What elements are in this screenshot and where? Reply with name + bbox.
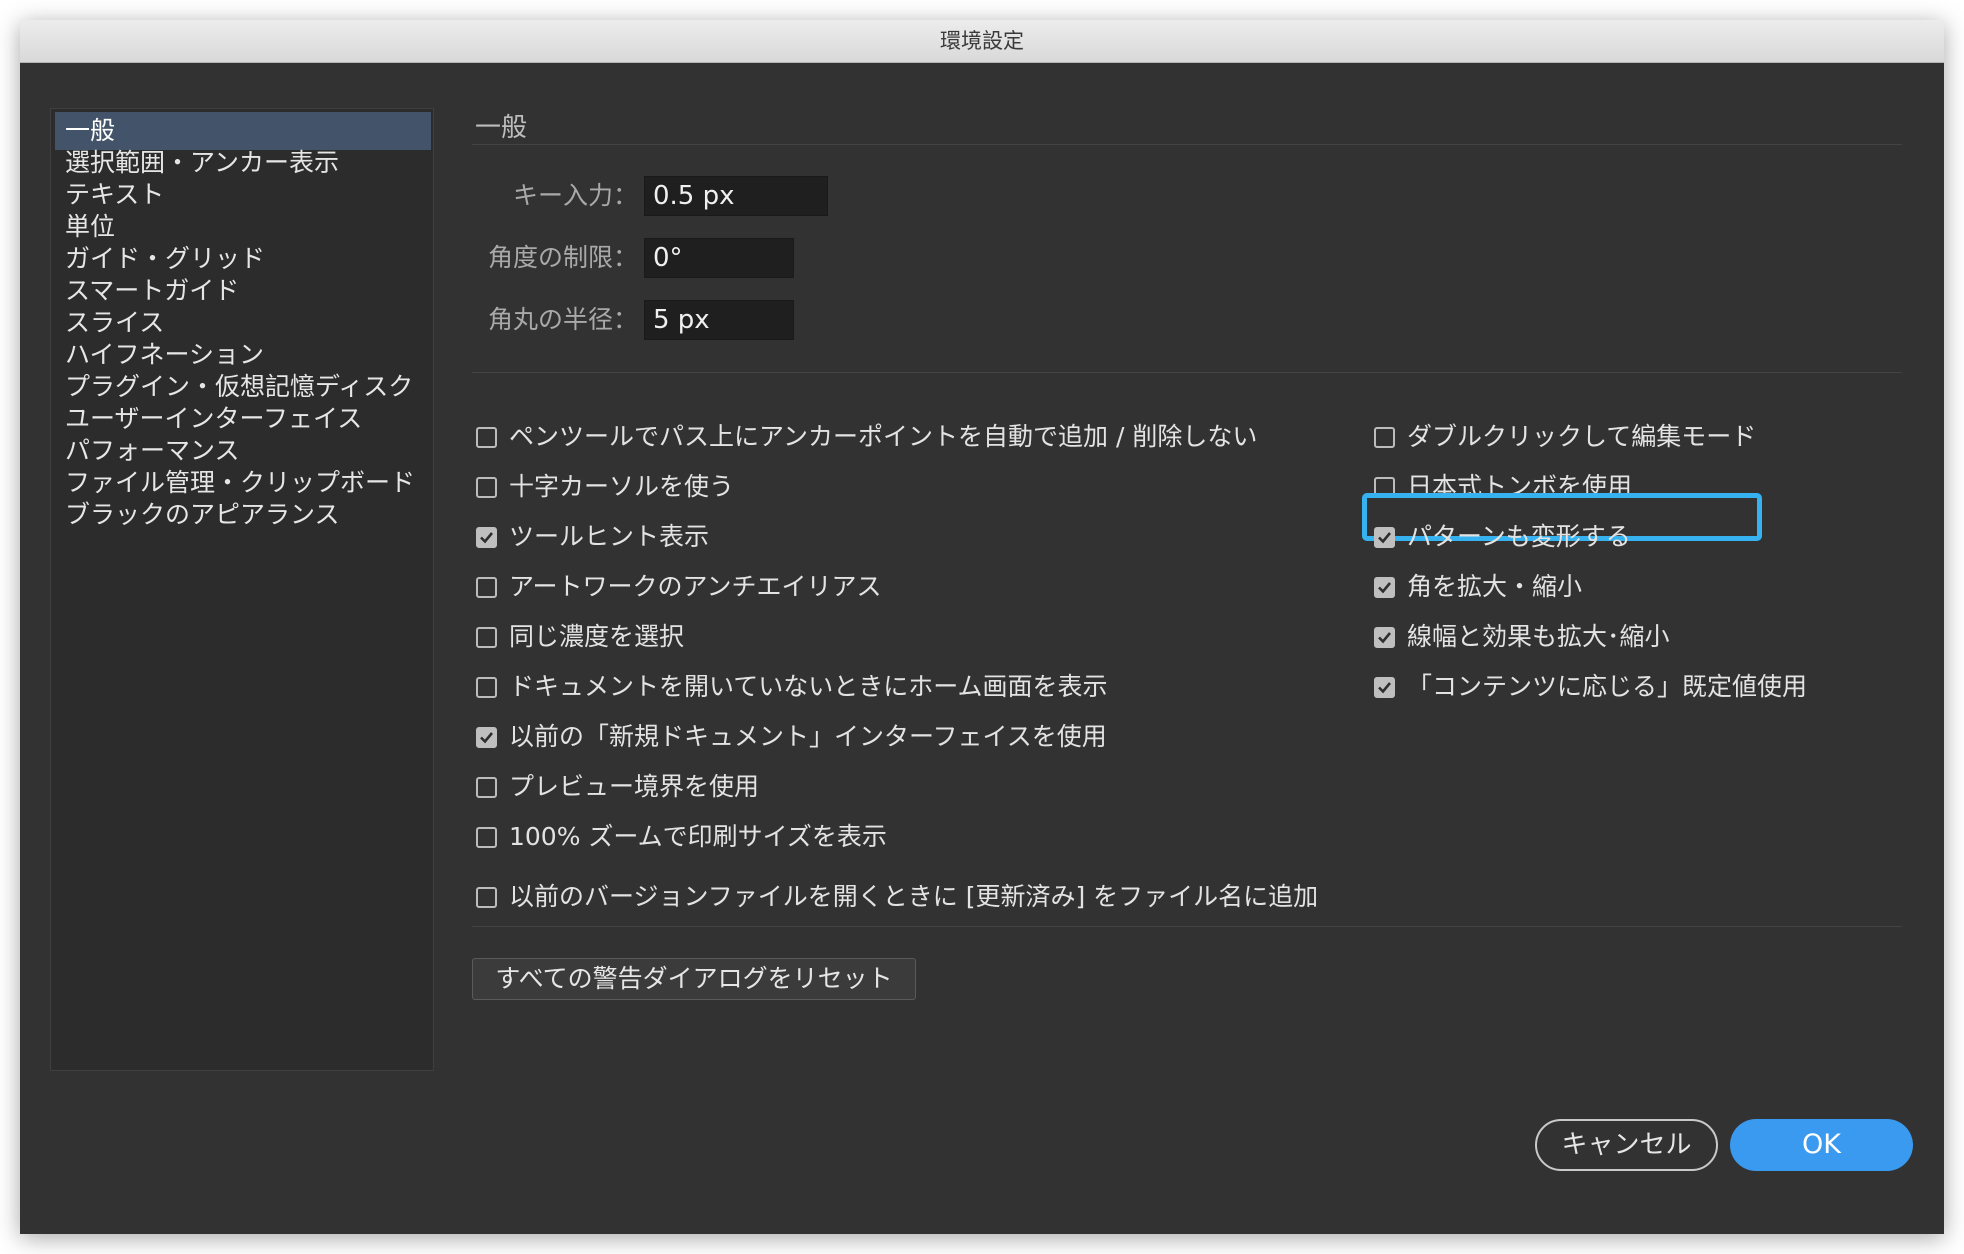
- checkbox-show-home-screen[interactable]: ドキュメントを開いていないときにホーム画面を表示: [476, 667, 1108, 707]
- checkbox-box[interactable]: [476, 476, 497, 498]
- checkbox-label: 線幅と効果も拡大･縮小: [1407, 622, 1670, 651]
- checkbox-label: 以前のバージョンファイルを開くときに [更新済み] をファイル名に追加: [509, 882, 1319, 911]
- checkbox-append-converted[interactable]: 以前のバージョンファイルを開くときに [更新済み] をファイル名に追加: [476, 877, 1318, 917]
- preferences-dialog: 環境設定 一般 選択範囲・アンカー表示 テキスト 単位 ガイド・グリッド スマー…: [20, 20, 1944, 1234]
- checkbox-box[interactable]: [476, 776, 497, 798]
- checkmark-icon: [1378, 531, 1392, 543]
- checkbox-scale-strokes-effects[interactable]: 線幅と効果も拡大･縮小: [1374, 617, 1670, 657]
- checkbox-use-preview-bounds[interactable]: プレビュー境界を使用: [476, 767, 759, 807]
- checkbox-label: アートワークのアンチエイリアス: [509, 572, 882, 601]
- checkbox-box[interactable]: [476, 626, 497, 648]
- checkbox-box[interactable]: [1374, 626, 1395, 648]
- checkbox-label: 同じ濃度を選択: [509, 622, 685, 651]
- corner-radius-field[interactable]: [644, 300, 794, 340]
- checkbox-label: ペンツールでパス上にアンカーポイントを自動で追加 / 削除しない: [509, 422, 1258, 451]
- checkbox-box[interactable]: [1374, 426, 1395, 448]
- checkbox-box[interactable]: [476, 726, 497, 748]
- checkbox-label: 十字カーソルを使う: [509, 472, 735, 501]
- checkbox-label: ツールヒント表示: [509, 522, 710, 551]
- checkbox-box[interactable]: [476, 426, 497, 448]
- checkbox-precise-cursors[interactable]: 十字カーソルを使う: [476, 467, 734, 507]
- section-divider: [472, 144, 1902, 145]
- section-title: 一般: [475, 113, 528, 143]
- checkbox-box[interactable]: [1374, 576, 1395, 598]
- checkbox-transform-pattern-tiles[interactable]: パターンも変形する: [1374, 517, 1631, 557]
- checkbox-disable-auto-add-delete[interactable]: ペンツールでパス上にアンカーポイントを自動で追加 / 削除しない: [476, 417, 1257, 457]
- sidebar-item-appearance-of-black[interactable]: ブラックのアピアランス: [55, 496, 431, 534]
- checkbox-show-tool-tips[interactable]: ツールヒント表示: [476, 517, 709, 557]
- checkbox-box[interactable]: [476, 576, 497, 598]
- cancel-button[interactable]: キャンセル: [1535, 1119, 1718, 1171]
- checkbox-label: パターンも変形する: [1407, 522, 1631, 551]
- checkbox-box[interactable]: [1374, 676, 1395, 698]
- checkbox-legacy-new-document[interactable]: 以前の「新規ドキュメント」インターフェイスを使用: [476, 717, 1107, 757]
- checkbox-box[interactable]: [476, 676, 497, 698]
- checkbox-label: 「コンテンツに応じる」既定値使用: [1407, 672, 1808, 701]
- fields-divider: [472, 372, 1902, 373]
- checkbox-label: ダブルクリックして編集モード: [1407, 422, 1757, 451]
- checkbox-box[interactable]: [476, 526, 497, 548]
- title-bar[interactable]: 環境設定: [20, 20, 1944, 63]
- checkmark-icon: [480, 731, 494, 743]
- corner-radius-label: 角丸の半径：: [487, 305, 638, 334]
- category-sidebar: 一般 選択範囲・アンカー表示 テキスト 単位 ガイド・グリッド スマートガイド …: [50, 108, 434, 1071]
- checkbox-select-same-tint[interactable]: 同じ濃度を選択: [476, 617, 684, 657]
- checkbox-double-click-isolate[interactable]: ダブルクリックして編集モード: [1374, 417, 1756, 457]
- checkbox-box[interactable]: [1374, 526, 1395, 548]
- checkbox-anti-aliased-artwork[interactable]: アートワークのアンチエイリアス: [476, 567, 882, 607]
- window-title: 環境設定: [940, 29, 1024, 53]
- checkbox-label: 100% ズームで印刷サイズを表示: [509, 822, 887, 851]
- checkbox-label: ドキュメントを開いていないときにホーム画面を表示: [509, 672, 1108, 701]
- ok-button[interactable]: OK: [1730, 1119, 1913, 1171]
- checkmark-icon: [1378, 681, 1392, 693]
- angle-limit-field[interactable]: [644, 238, 794, 278]
- key-input-field[interactable]: [644, 176, 828, 216]
- checkbox-scale-corners[interactable]: 角を拡大・縮小: [1374, 567, 1582, 607]
- checkbox-content-aware-defaults[interactable]: 「コンテンツに応じる」既定値使用: [1374, 667, 1807, 707]
- checkbox-label: 角を拡大・縮小: [1407, 572, 1583, 601]
- reset-warning-dialogs-button[interactable]: すべての警告ダイアログをリセット: [472, 958, 916, 1000]
- checkmark-icon: [1378, 581, 1392, 593]
- checkmark-icon: [480, 531, 494, 543]
- checkmark-icon: [1378, 631, 1392, 643]
- checkbox-divider: [472, 926, 1902, 927]
- checkbox-label: 以前の「新規ドキュメント」インターフェイスを使用: [509, 722, 1107, 751]
- checkbox-label: プレビュー境界を使用: [509, 772, 760, 801]
- checkbox-box[interactable]: [476, 826, 497, 848]
- angle-limit-label: 角度の制限：: [487, 243, 638, 272]
- checkbox-print-size-at-100[interactable]: 100% ズームで印刷サイズを表示: [476, 817, 887, 857]
- key-input-label: キー入力：: [512, 181, 638, 210]
- checkbox-box[interactable]: [476, 886, 497, 908]
